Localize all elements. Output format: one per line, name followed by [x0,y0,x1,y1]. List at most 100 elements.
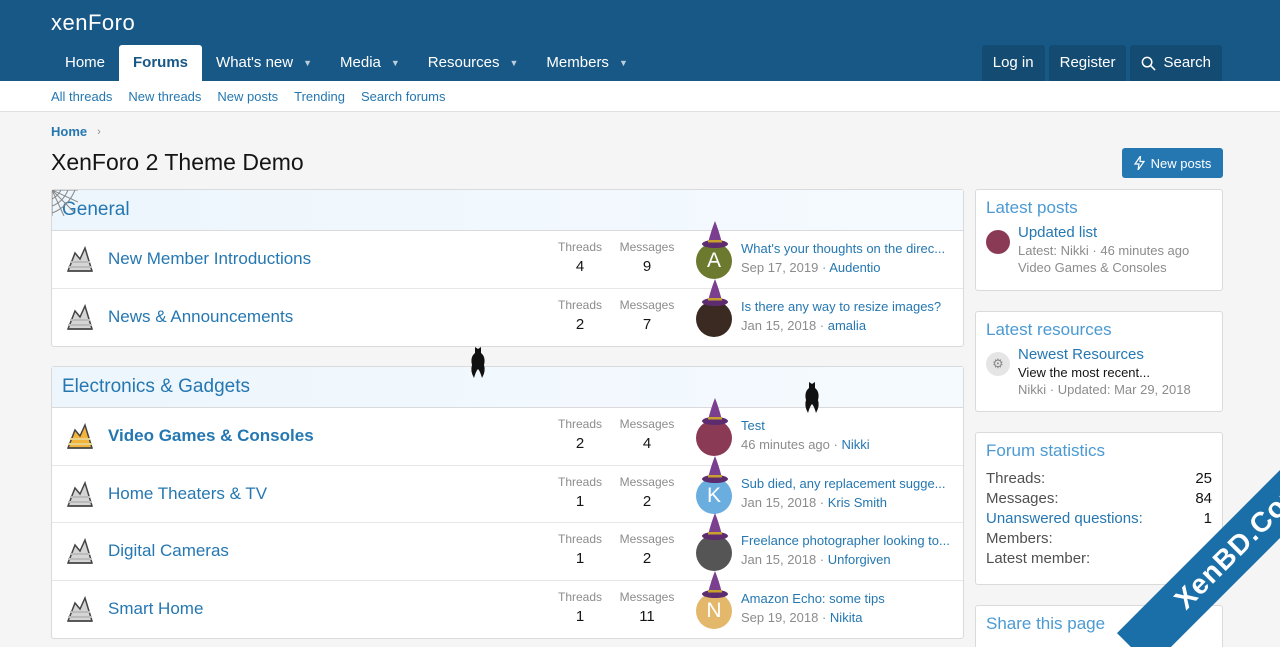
register-button[interactable]: Register [1048,45,1127,81]
last-post-meta: Jan 15, 2018 · Kris Smith [741,494,887,510]
last-post-title[interactable]: Test [741,418,956,433]
forum-title[interactable]: Digital Cameras [108,541,229,561]
forum-node: Digital Cameras Threads 1 Messages 2 Freelanc… [52,513,963,581]
last-post-title[interactable]: Freelance photographer looking to... [741,533,956,548]
chevron-down-icon[interactable]: ▼ [510,45,519,81]
forum-node: New Member Introductions Threads 4 Messages… [52,221,963,289]
chevron-down-icon[interactable]: ▼ [391,45,400,81]
bat-icon [471,347,485,378]
stat-value: 2 [575,315,585,333]
avatar[interactable] [986,230,1010,254]
stat-value: 4 [642,435,652,452]
stat-label: Messages [619,297,675,312]
last-post-title[interactable]: Amazon Echo: some tips [741,591,956,606]
messages-stat: Messages 9 [617,240,677,275]
subnav-new-posts[interactable]: New posts [217,89,278,104]
threads-stat: Threads 2 [550,417,610,452]
forum-node: Smart Home Threads 1 Messages 11 N Amazon Echo… [52,570,963,639]
stat-value: 7 [642,315,652,333]
forum-title[interactable]: New Member Introductions [108,249,311,269]
stat-row: Members: [986,530,1212,547]
last-post-title[interactable]: Sub died, any replacement sugge... [741,476,956,491]
last-post-user[interactable]: Kris Smith [828,495,887,510]
stat-row: Threads: 25 [986,470,1212,487]
new-posts-button[interactable]: New posts [1122,148,1223,178]
stat-value: 1 [575,550,585,567]
messages-stat: Messages 4 [617,417,677,452]
last-post-user[interactable]: Nikki [841,437,869,452]
category-title[interactable]: Electronics & Gadgets [62,376,250,398]
threads-stat: Threads 2 [550,298,610,333]
breadcrumb: Home › [51,124,101,139]
last-post-user[interactable]: Unforgiven [828,552,891,567]
threads-stat: Threads 1 [550,475,610,510]
forum-icon [66,537,94,564]
stat-value: 4 [575,258,585,275]
last-post-meta: Jan 15, 2018 · amalia [741,317,867,333]
chevron-down-icon[interactable]: ▼ [303,45,312,81]
stat-value: 1 [1203,510,1212,527]
latest-post-forum[interactable]: Video Games & Consoles [1018,260,1189,275]
chevron-right-icon: › [97,125,101,138]
messages-stat: Messages 2 [617,475,677,510]
latest-post-title[interactable]: Updated list [1018,224,1189,241]
last-post-title[interactable]: What's your thoughts on the direc... [741,241,956,256]
widget-title[interactable]: Latest resources [976,312,1222,346]
nav-tab-label: Members [546,54,609,71]
last-post-user[interactable]: Audentio [829,260,880,275]
witch-hat-icon [702,221,728,248]
forum-title[interactable]: News & Announcements [108,307,293,327]
chevron-down-icon[interactable]: ▼ [619,45,628,81]
subnav-trending[interactable]: Trending [294,89,345,104]
messages-stat: Messages 2 [617,532,677,567]
forum-icon [66,303,94,330]
last-post-meta: Jan 15, 2018 · Unforgiven [741,552,891,567]
forum-title[interactable]: Home Theaters & TV [108,484,267,504]
stat-label: Threads [557,532,603,546]
widget-latest-resources: Latest resources ⚙ Newest Resources View… [975,311,1223,412]
forum-icon [66,245,94,272]
witch-hat-icon [702,570,728,598]
gear-icon: ⚙ [986,352,1010,376]
breadcrumb-home[interactable]: Home [51,124,87,139]
login-button[interactable]: Log in [981,45,1045,81]
stat-label: Messages [619,474,675,489]
witch-hat-icon [702,513,728,540]
nav-tab-label: Media [340,54,381,71]
widget-title[interactable]: Latest posts [976,190,1222,224]
stat-label: Threads [557,297,603,312]
category-general: General New Member Introductions Threads 4… [51,189,964,347]
messages-stat: Messages 11 [617,590,677,625]
forum-title[interactable]: Video Games & Consoles [108,426,314,446]
site-header: xenForo Home Forums What's new ▼ Media ▼ R… [0,0,1280,81]
search-button[interactable]: Search [1130,45,1222,81]
forum-node: Home Theaters & TV Threads 1 Messages 2 K Sub … [52,455,963,523]
last-post-date: 46 minutes ago [741,437,830,452]
stat-label: Members: [986,530,1053,547]
nav-tab-members[interactable]: Members ▼ [532,45,641,81]
last-post-date: Jan 15, 2018 [741,552,817,567]
last-post-meta: Sep 19, 2018 · Nikita [741,609,863,625]
site-logo[interactable]: xenForo [51,10,135,36]
nav-tab-media[interactable]: Media ▼ [326,45,414,81]
forum-title[interactable]: Smart Home [108,599,203,619]
resource-description: View the most recent... [1018,365,1150,380]
subnav-new-threads[interactable]: New threads [128,89,201,104]
unanswered-questions-link[interactable]: Unanswered questions: [986,510,1143,527]
main-nav: Home Forums What's new ▼ Media ▼ Resources… [51,45,642,81]
subnav-search-forums[interactable]: Search forums [361,89,446,104]
nav-tab-whats-new[interactable]: What's new ▼ [202,45,326,81]
user-nav: Log in Register Search [981,45,1222,81]
nav-tab-home[interactable]: Home [51,45,119,81]
search-label: Search [1163,54,1211,71]
subnav-all-threads[interactable]: All threads [51,89,112,104]
stat-value: 9 [642,258,652,275]
nav-tab-forums[interactable]: Forums [119,45,203,81]
last-post-user[interactable]: Nikita [830,610,863,625]
resource-title[interactable]: Newest Resources [1018,346,1191,363]
latest-post-item: Updated list Latest: Nikki · 46 minutes … [986,224,1212,275]
last-post-user[interactable]: amalia [828,318,866,333]
last-post-title[interactable]: Is there any way to resize images? [741,299,956,314]
nav-tab-resources[interactable]: Resources ▼ [414,45,533,81]
stat-label: Threads [557,240,603,254]
